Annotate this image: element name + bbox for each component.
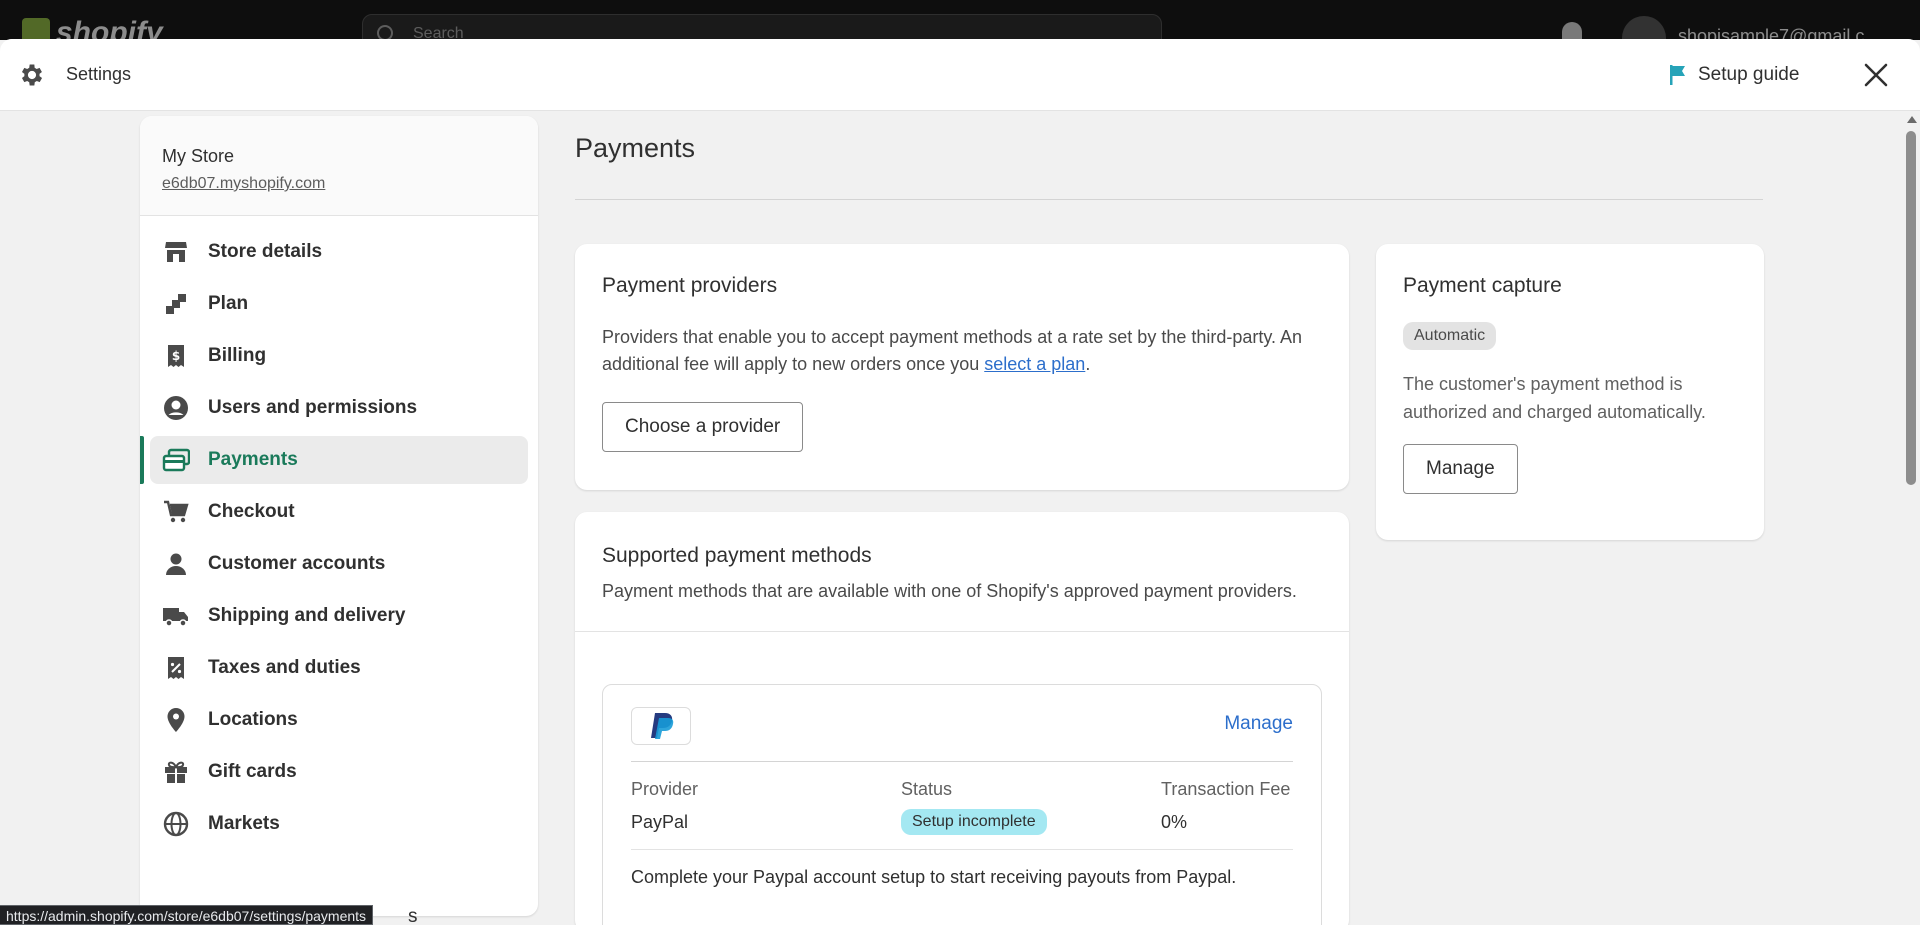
tax-icon [162, 654, 190, 682]
select-plan-link[interactable]: select a plan [984, 354, 1085, 374]
location-pin-icon [162, 706, 190, 734]
sidebar-item-markets[interactable]: Markets [150, 800, 528, 848]
plan-icon [162, 290, 190, 318]
cart-icon [162, 498, 190, 526]
user-circle-icon [162, 394, 190, 422]
flag-icon [1670, 65, 1685, 85]
svg-text:$: $ [172, 349, 180, 363]
sidebar-item-taxes[interactable]: Taxes and duties [150, 644, 528, 692]
sidebar-item-store-details[interactable]: Store details [150, 228, 528, 276]
scroll-thumb[interactable] [1906, 131, 1916, 485]
store-name: My Store [162, 146, 235, 166]
settings-sidebar: My Store e6db07.myshopify.com Store deta… [140, 116, 538, 916]
providers-desc-end: . [1085, 354, 1091, 374]
gift-icon [162, 758, 190, 786]
admin-top-bar: shopify Search shopisample7@gmail.c [0, 0, 1920, 40]
sidebar-item-label: Shipping and delivery [208, 605, 406, 626]
payment-providers-card: Payment providers Providers that enable … [575, 244, 1349, 490]
choose-provider-button[interactable]: Choose a provider [602, 402, 804, 452]
sidebar-item-locations[interactable]: Locations [150, 696, 528, 744]
sidebar-item-label: Checkout [208, 501, 295, 522]
sidebar-item-label: Store details [208, 241, 323, 262]
payment-capture-description: The customer's payment method is authori… [1403, 374, 1706, 422]
methods-title: Supported payment methods [602, 544, 872, 567]
sidebar-item-users[interactable]: Users and permissions [150, 384, 528, 432]
sidebar-item-label: Locations [208, 709, 298, 730]
paypal-manage-link[interactable]: Manage [1224, 713, 1293, 735]
methods-header: Supported payment methods Payment method… [575, 512, 1349, 632]
modal-header: Settings Setup guide [0, 39, 1920, 111]
store-info: My Store e6db07.myshopify.com [140, 116, 538, 216]
sidebar-item-label: Billing [208, 345, 267, 366]
sidebar-item-label: Payments [208, 449, 298, 470]
paypal-provider-box: Manage Provider Status Transaction Fee P… [602, 684, 1322, 925]
methods-description: Payment methods that are available with … [602, 581, 1297, 601]
store-url-link[interactable]: e6db07.myshopify.com [162, 175, 325, 193]
sidebar-item-billing[interactable]: $ Billing [150, 332, 528, 380]
capture-mode-badge: Automatic [1403, 322, 1497, 350]
payment-capture-title: Payment capture [1403, 274, 1562, 297]
sidebar-item-label: Markets [208, 813, 280, 834]
fee-column-header: Transaction Fee [1161, 779, 1291, 799]
supported-payment-methods-card: Supported payment methods Payment method… [575, 512, 1349, 925]
sidebar-item-plan[interactable]: Plan [150, 280, 528, 328]
payment-providers-title: Payment providers [602, 274, 778, 297]
status-cell: Setup incomplete [901, 809, 1047, 835]
sidebar-item-label: Users and permissions [208, 397, 418, 418]
paypal-setup-note: Complete your Paypal account setup to st… [631, 867, 1237, 887]
billing-icon: $ [162, 342, 190, 370]
globe-icon [162, 810, 190, 838]
manage-capture-button[interactable]: Manage [1403, 444, 1518, 494]
modal-backdrop [0, 0, 1920, 40]
divider [631, 761, 1293, 762]
status-column-header: Status [901, 779, 953, 799]
divider [631, 849, 1293, 850]
modal-title: Settings [66, 64, 132, 84]
settings-nav: Store details Plan $ Billing Users and p… [140, 216, 538, 848]
page-title: Payments [575, 133, 696, 163]
close-icon[interactable] [1862, 61, 1890, 89]
scroll-up-arrow-icon[interactable] [1907, 116, 1917, 123]
setup-guide-label: Setup guide [1698, 64, 1800, 85]
payments-icon [162, 446, 190, 474]
provider-name: PayPal [631, 812, 689, 832]
store-icon [162, 238, 190, 266]
sidebar-item-checkout[interactable]: Checkout [150, 488, 528, 536]
sidebar-item-customer-accounts[interactable]: Customer accounts [150, 540, 528, 588]
providers-desc-text: Providers that enable you to accept paym… [602, 327, 1303, 374]
transaction-fee: 0% [1161, 812, 1188, 832]
sidebar-item-label: Gift cards [208, 761, 297, 782]
scrollbar[interactable] [1902, 111, 1920, 925]
sidebar-item-payments[interactable]: Payments [140, 436, 528, 484]
status-badge: Setup incomplete [901, 809, 1047, 835]
sidebar-item-shipping[interactable]: Shipping and delivery [150, 592, 528, 640]
sidebar-item-label: Plan [208, 293, 249, 314]
provider-column-header: Provider [631, 779, 699, 799]
paypal-logo-icon [631, 707, 691, 745]
payment-providers-description: Providers that enable you to accept paym… [602, 324, 1322, 378]
truck-icon [162, 602, 190, 630]
divider [575, 199, 1763, 200]
sidebar-item-label: Taxes and duties [208, 657, 361, 678]
payment-capture-card: Payment capture Automatic The customer's… [1376, 244, 1764, 540]
sidebar-item-gift-cards[interactable]: Gift cards [150, 748, 528, 796]
gear-icon [21, 64, 43, 86]
status-bar-url: https://admin.shopify.com/store/e6db07/s… [0, 905, 374, 925]
setup-guide-button[interactable]: Setup guide [1668, 63, 1799, 87]
person-icon [162, 550, 190, 578]
sidebar-item-label-partial: s [408, 906, 418, 925]
sidebar-item-label: Customer accounts [208, 553, 386, 574]
